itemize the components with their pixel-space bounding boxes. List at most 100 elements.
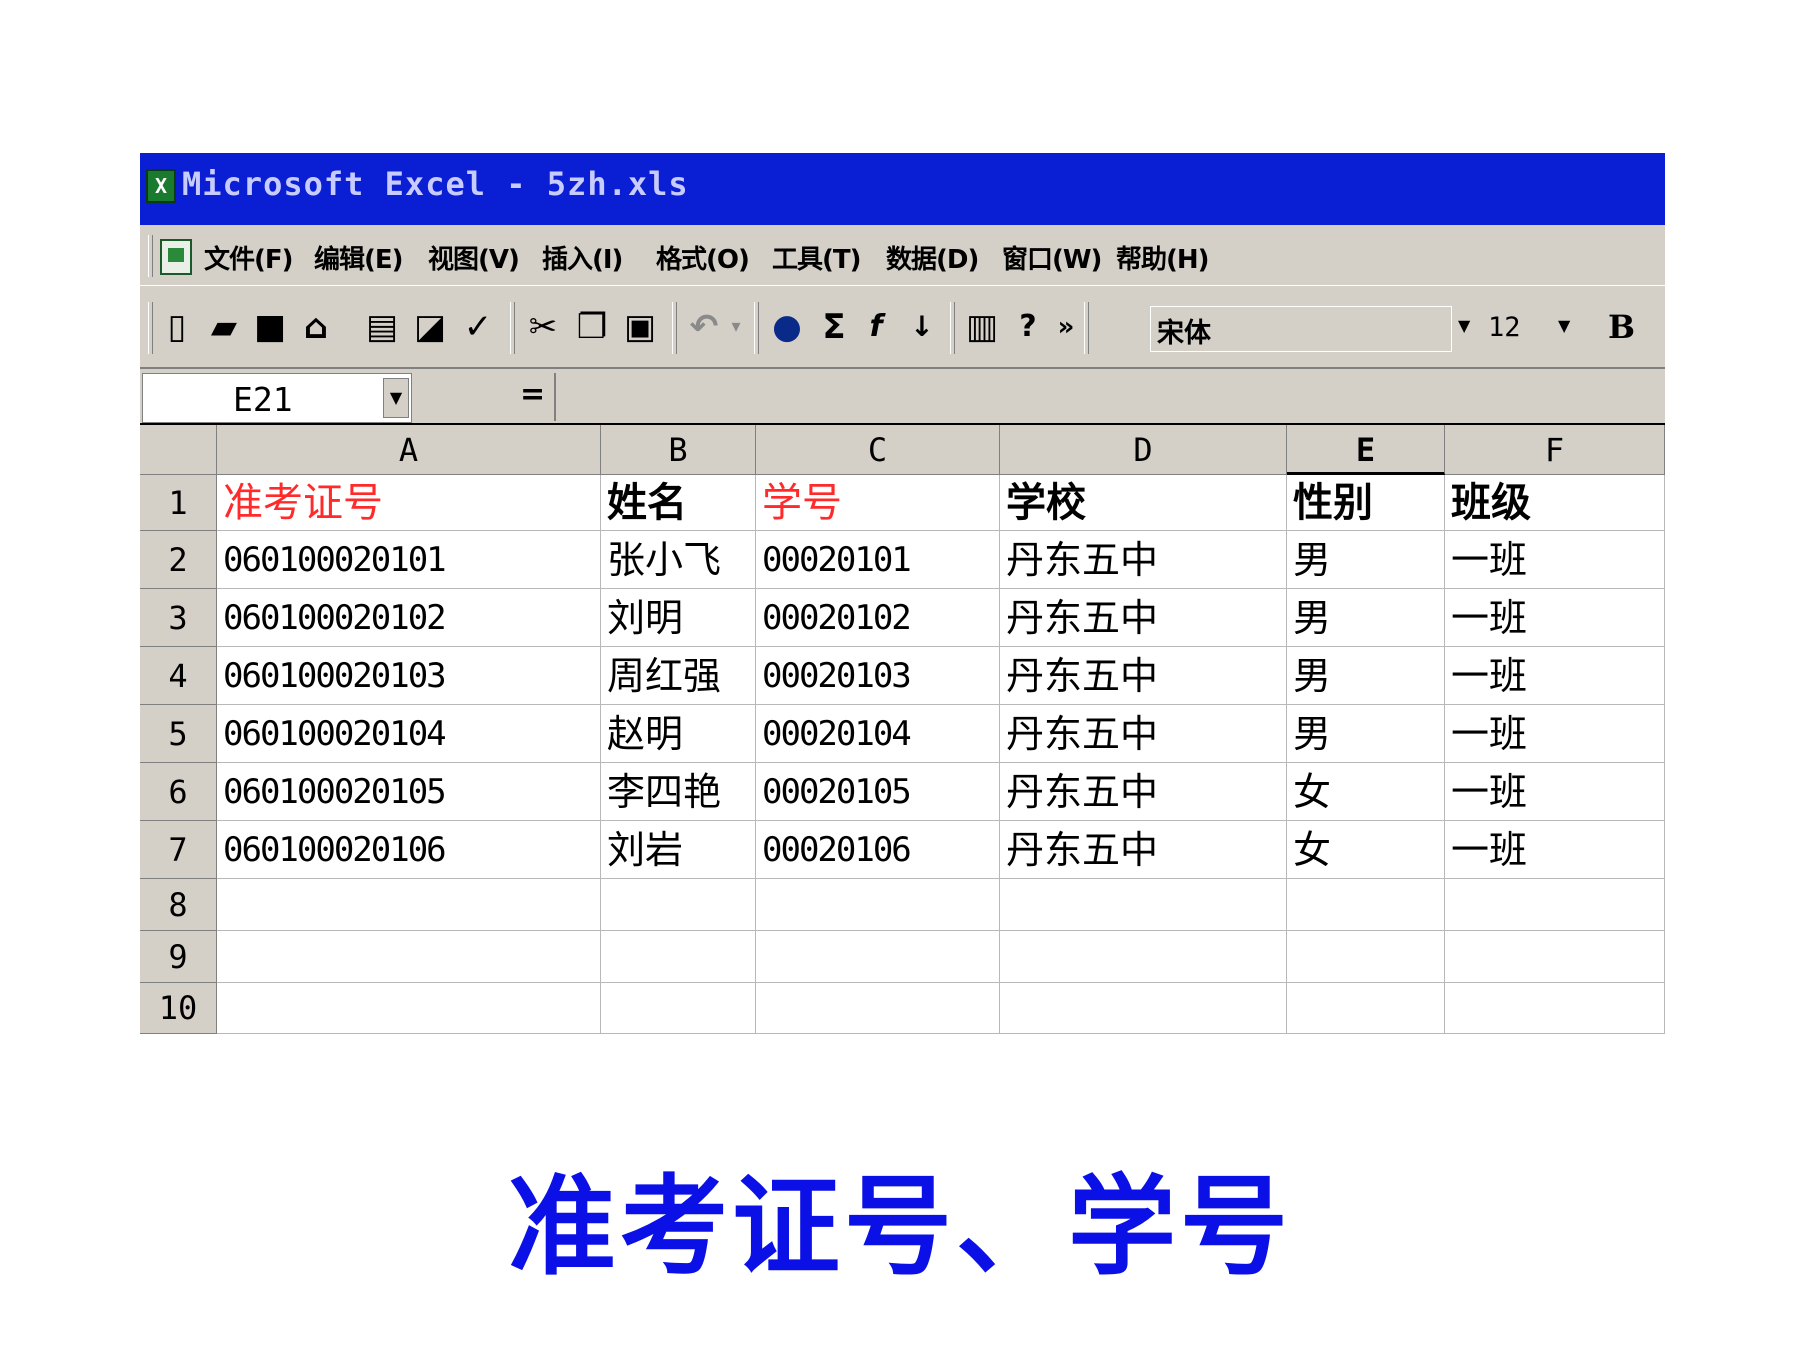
cell-f2[interactable]: 一班: [1445, 531, 1665, 589]
cell-c1[interactable]: 学号: [756, 475, 1000, 531]
menu-file[interactable]: 文件(F): [204, 239, 294, 276]
new-file-icon[interactable]: ▯: [160, 304, 194, 350]
cell-e8[interactable]: [1287, 879, 1445, 931]
cell-c10[interactable]: [756, 983, 1000, 1034]
cut-icon[interactable]: ✂: [526, 304, 560, 350]
help-icon[interactable]: ?: [1008, 304, 1048, 350]
cell-a3[interactable]: 060100020102: [217, 589, 601, 647]
chevron-down-icon[interactable]: ▼: [1458, 316, 1470, 335]
menu-edit[interactable]: 编辑(E): [314, 239, 404, 276]
cell-c3[interactable]: 00020102: [756, 589, 1000, 647]
row-header-4[interactable]: 4: [140, 647, 217, 705]
print-preview-icon[interactable]: ◪: [410, 304, 450, 350]
cell-a7[interactable]: 060100020106: [217, 821, 601, 879]
cell-a8[interactable]: [217, 879, 601, 931]
permission-icon[interactable]: ⌂: [296, 304, 336, 350]
menu-help[interactable]: 帮助(H): [1116, 239, 1210, 276]
cell-e5[interactable]: 男: [1287, 705, 1445, 763]
cell-f10[interactable]: [1445, 983, 1665, 1034]
column-header-b[interactable]: B: [601, 425, 756, 475]
sort-ascending-icon[interactable]: ↓: [902, 304, 942, 350]
cell-b5[interactable]: 赵明: [601, 705, 756, 763]
paste-icon[interactable]: ▣: [620, 304, 660, 350]
cell-b4[interactable]: 周红强: [601, 647, 756, 705]
copy-icon[interactable]: ❐: [572, 304, 612, 350]
cell-e3[interactable]: 男: [1287, 589, 1445, 647]
cell-f7[interactable]: 一班: [1445, 821, 1665, 879]
cell-b9[interactable]: [601, 931, 756, 983]
function-icon[interactable]: f: [858, 304, 894, 350]
menu-grip[interactable]: [148, 235, 153, 277]
cell-b6[interactable]: 李四艳: [601, 763, 756, 821]
cell-f3[interactable]: 一班: [1445, 589, 1665, 647]
cell-e7[interactable]: 女: [1287, 821, 1445, 879]
cell-a1[interactable]: 准考证号: [217, 475, 601, 531]
menu-tools[interactable]: 工具(T): [772, 239, 862, 276]
row-header-10[interactable]: 10: [140, 983, 217, 1034]
cell-e4[interactable]: 男: [1287, 647, 1445, 705]
formula-input[interactable]: [554, 373, 1664, 421]
open-folder-icon[interactable]: ▰: [204, 304, 244, 350]
cell-d5[interactable]: 丹东五中: [1000, 705, 1287, 763]
menu-view[interactable]: 视图(V): [428, 239, 520, 276]
cell-d6[interactable]: 丹东五中: [1000, 763, 1287, 821]
cell-e1[interactable]: 性别: [1287, 475, 1445, 531]
print-icon[interactable]: ▤: [362, 304, 402, 350]
row-header-6[interactable]: 6: [140, 763, 217, 821]
menu-format[interactable]: 格式(O): [656, 239, 750, 276]
row-header-9[interactable]: 9: [140, 931, 217, 983]
select-all-corner[interactable]: [140, 425, 217, 475]
cell-c2[interactable]: 00020101: [756, 531, 1000, 589]
column-header-c[interactable]: C: [756, 425, 1000, 475]
cell-e10[interactable]: [1287, 983, 1445, 1034]
chevron-down-icon[interactable]: ▼: [1558, 316, 1570, 335]
row-header-2[interactable]: 2: [140, 531, 217, 589]
cell-a2[interactable]: 060100020101: [217, 531, 601, 589]
bold-button[interactable]: B: [1608, 308, 1635, 346]
cell-c7[interactable]: 00020106: [756, 821, 1000, 879]
cell-a5[interactable]: 060100020104: [217, 705, 601, 763]
cell-d4[interactable]: 丹东五中: [1000, 647, 1287, 705]
row-header-7[interactable]: 7: [140, 821, 217, 879]
cell-b7[interactable]: 刘岩: [601, 821, 756, 879]
cell-e9[interactable]: [1287, 931, 1445, 983]
menu-data[interactable]: 数据(D): [886, 239, 979, 276]
save-icon[interactable]: ■: [252, 304, 288, 350]
cell-f5[interactable]: 一班: [1445, 705, 1665, 763]
cell-e2[interactable]: 男: [1287, 531, 1445, 589]
cell-b2[interactable]: 张小飞: [601, 531, 756, 589]
row-header-1[interactable]: 1: [140, 475, 217, 531]
menu-window[interactable]: 窗口(W): [1002, 239, 1102, 276]
workbook-icon[interactable]: [160, 239, 192, 275]
menu-insert[interactable]: 插入(I): [542, 239, 623, 276]
cell-c5[interactable]: 00020104: [756, 705, 1000, 763]
toolbar-options-icon[interactable]: »: [1054, 304, 1078, 350]
row-header-8[interactable]: 8: [140, 879, 217, 931]
column-header-f[interactable]: F: [1445, 425, 1665, 475]
cell-b10[interactable]: [601, 983, 756, 1034]
autosum-icon[interactable]: Σ: [816, 304, 852, 350]
chevron-down-icon[interactable]: ▼: [383, 378, 409, 418]
font-name-dropdown[interactable]: 宋体: [1150, 306, 1452, 352]
cell-a6[interactable]: 060100020105: [217, 763, 601, 821]
cell-b1[interactable]: 姓名: [601, 475, 756, 531]
cell-f1[interactable]: 班级: [1445, 475, 1665, 531]
cell-c4[interactable]: 00020103: [756, 647, 1000, 705]
column-header-a[interactable]: A: [217, 425, 601, 475]
cell-b8[interactable]: [601, 879, 756, 931]
chart-wizard-icon[interactable]: ▥: [962, 304, 1002, 350]
cell-d1[interactable]: 学校: [1000, 475, 1287, 531]
cell-f8[interactable]: [1445, 879, 1665, 931]
name-box[interactable]: E21 ▼: [142, 373, 412, 423]
cell-a10[interactable]: [217, 983, 601, 1034]
undo-icon[interactable]: ↶: [684, 304, 724, 350]
column-header-e[interactable]: E: [1287, 425, 1445, 475]
undo-dropdown-icon[interactable]: ▾: [726, 304, 746, 350]
cell-c9[interactable]: [756, 931, 1000, 983]
cell-f4[interactable]: 一班: [1445, 647, 1665, 705]
cell-d3[interactable]: 丹东五中: [1000, 589, 1287, 647]
column-header-d[interactable]: D: [1000, 425, 1287, 475]
cell-c8[interactable]: [756, 879, 1000, 931]
cell-f9[interactable]: [1445, 931, 1665, 983]
row-header-3[interactable]: 3: [140, 589, 217, 647]
